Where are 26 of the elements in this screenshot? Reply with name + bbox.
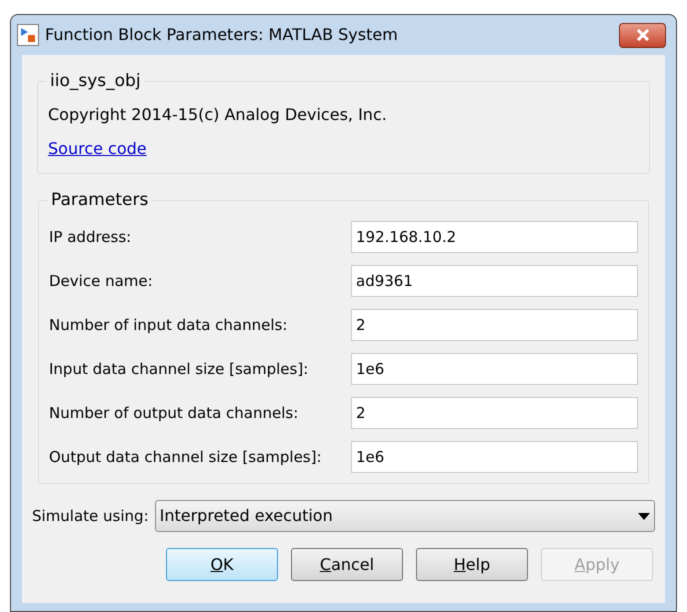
block-icon xyxy=(17,24,39,46)
input-field[interactable]: 1e6 xyxy=(351,441,638,473)
field-label: Input data channel size [samples]: xyxy=(49,358,310,380)
dropdown-arrow-icon xyxy=(638,512,650,520)
close-icon xyxy=(636,29,650,41)
input-field[interactable]: 192.168.10.2 xyxy=(351,221,638,253)
window-title: Function Block Parameters: MATLAB System xyxy=(45,24,399,46)
field-label: IP address: xyxy=(49,226,132,248)
input-field[interactable]: ad9361 xyxy=(351,265,638,297)
input-field[interactable]: 2 xyxy=(351,309,638,341)
field-label: Number of output data channels: xyxy=(49,402,300,424)
simulate-label: Simulate using: xyxy=(32,506,149,527)
copyright-text: Copyright 2014-15(c) Analog Devices, Inc. xyxy=(48,104,388,126)
field-label: Number of input data channels: xyxy=(49,314,288,336)
dialog-button[interactable]: OK xyxy=(166,548,278,581)
dialog-button[interactable]: Cancel xyxy=(291,548,403,581)
input-field[interactable]: 2 xyxy=(351,397,638,429)
close-button[interactable] xyxy=(619,22,666,48)
field-label: Output data channel size [samples]: xyxy=(49,446,323,468)
simulate-dropdown[interactable]: Interpreted execution xyxy=(154,500,655,532)
dialog-button[interactable]: Help xyxy=(416,548,528,581)
group-title: iio_sys_obj xyxy=(49,70,142,93)
source-code-link[interactable]: Source code xyxy=(48,136,147,160)
input-field[interactable]: 1e6 xyxy=(351,353,638,385)
field-label: Device name: xyxy=(49,270,154,292)
group-title: Parameters xyxy=(50,188,150,212)
